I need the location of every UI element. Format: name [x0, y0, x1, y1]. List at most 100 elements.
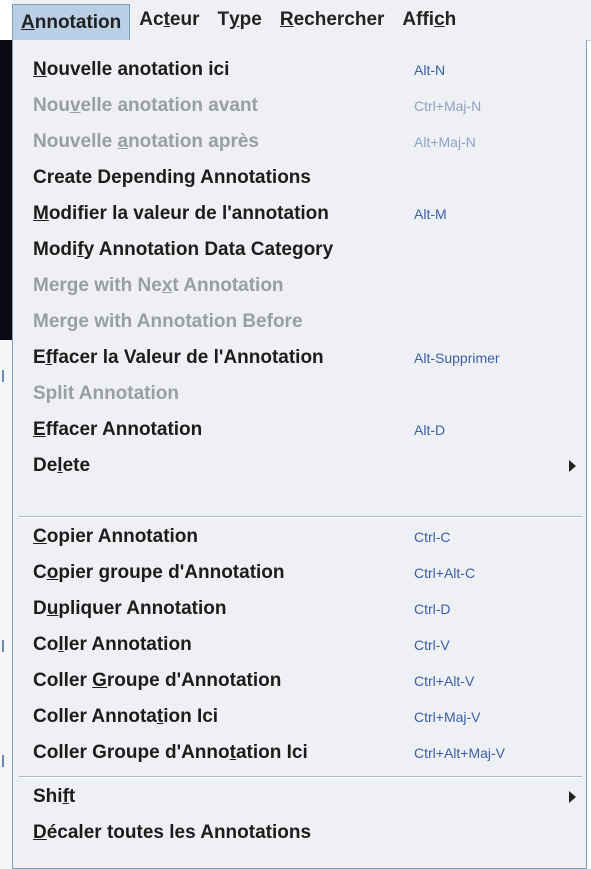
menu-item[interactable]: Modify Annotation Data Category [13, 232, 586, 268]
menu-item-label-part: ete [62, 455, 91, 476]
menu-item-shortcut: Alt-Supprimer [414, 350, 500, 366]
menu-item[interactable]: Coller Annotation Ici Ctrl+Maj-V [13, 699, 586, 735]
menu-item-label-part: Coller Annota [33, 706, 157, 727]
menu-item-mnemonic: o [46, 562, 59, 583]
menu-item-label-part: ler Annotation [63, 634, 192, 655]
menubar-label-part: pe [239, 9, 262, 30]
menu-item-shortcut: Ctrl+Alt+Maj-V [414, 745, 506, 761]
menubar-mnemonic: y [229, 9, 240, 30]
menu-item-shortcut: Ctrl-C [414, 529, 451, 545]
menu-item-label-part: Coller [33, 670, 93, 691]
menubar-label-part: Ac [139, 9, 164, 30]
menu-item-mnemonic: x [161, 275, 173, 296]
menu-item-label-part: écaler toutes les Annotations [46, 822, 312, 843]
menu-item-label: Merge with Next Annotation [33, 275, 284, 297]
menu-item-label: Shift [33, 786, 75, 808]
menu-item-shortcut: Ctrl+Maj-N [414, 98, 482, 114]
menu-item-mnemonic: C [33, 526, 47, 547]
menu-item-label-part: Modi [33, 239, 78, 260]
menubar-item-type[interactable]: Ty pe [208, 0, 270, 40]
menu-item[interactable]: Delete [13, 448, 586, 484]
menu-item-mnemonic: N [33, 59, 47, 80]
menu-item-label-part: Merge with Ne [33, 275, 162, 296]
menu-item[interactable]: Nouvelle anotation ici Alt-N [13, 52, 586, 88]
menu-item-label: Create Depending Annotations [33, 167, 311, 189]
menu-item[interactable]: Dupliquer Annotation Ctrl-D [13, 591, 586, 627]
menu-item[interactable]: Copier Annotation Ctrl-C [13, 519, 586, 555]
menu-item-mnemonic: a [117, 131, 129, 152]
menu-item-label: Coller Annotation Ici [33, 706, 218, 728]
menu-item-label-part: Nouvelle [33, 131, 118, 152]
menu-item[interactable]: Copier groupe d'Annotation Ctrl+Alt-C [13, 555, 586, 591]
annotation-dropdown-menu: Nouvelle anotation ici Alt-N Nouvelle anot… [12, 40, 587, 869]
menubar-mnemonic: c [434, 9, 445, 30]
menu-item-label-part: t Annotation [172, 275, 284, 296]
menu-item[interactable]: Effacer Annotation Alt-D [13, 412, 586, 448]
menu-item-mnemonic: G [92, 670, 107, 691]
menu-item-mnemonic: v [69, 95, 81, 116]
menu-item-mnemonic: D [33, 822, 47, 843]
menubar-item-acteur[interactable]: Ac t eur [130, 0, 208, 40]
menubar-item-affichage[interactable]: Affi c h [393, 0, 465, 40]
menu-item-label-part: opier Annotation [46, 526, 199, 547]
menu-item: Split Annotation [13, 376, 586, 412]
menu-item-label: Nouvelle anotation avant [33, 95, 258, 117]
menu-item-mnemonic: M [33, 203, 49, 224]
menu-item-mnemonic: u [46, 598, 59, 619]
menu-item-label-part: elle anotation avant [80, 95, 258, 116]
menu-item-label: Décaler toutes les Annotations [33, 822, 311, 844]
menu-item[interactable]: Create Depending Annotations [13, 160, 586, 196]
submenu-arrow-icon [569, 460, 576, 472]
menu-item: Merge with Annotation Before [13, 304, 586, 340]
menu-item[interactable]: Shift [13, 779, 586, 815]
menu-item-label-part: pier groupe d'Annotation [58, 562, 285, 583]
menu-item[interactable]: Coller Annotation Ctrl-V [13, 627, 586, 663]
menu-item-label-part: ion Ici [163, 706, 219, 727]
menu-item-label-part: Shi [33, 786, 63, 807]
menu-item-label: Copier Annotation [33, 526, 198, 548]
menu-item-label-part: Co [33, 634, 59, 655]
menu-item[interactable]: Décaler toutes les Annotations [13, 815, 586, 851]
menu-item-label-part: roupe d'Annotation [106, 670, 282, 691]
menubar-item-annotation[interactable]: Annotation [12, 4, 131, 40]
menu-item-label-part: C [33, 562, 47, 583]
menu-item-shortcut: Ctrl+Alt-C [414, 565, 476, 581]
menu-bar: Annotation Ac t eur Ty pe Rechercher Affi c h [12, 0, 591, 41]
menu-item-label: Split Annotation [33, 383, 179, 405]
menu-item-label-part: D [33, 598, 47, 619]
menu-item-label: Modifier la valeur de l'annotation [33, 203, 329, 225]
menu-item-label-part: facer la Valeur de l'Annotation [52, 347, 324, 368]
menubar-label-part: h [444, 9, 457, 30]
menu-item-shortcut: Alt-M [414, 206, 447, 222]
menu-item[interactable]: Modifier la valeur de l'annotation Alt-M [13, 196, 586, 232]
menu-item-label: Modify Annotation Data Category [33, 239, 333, 261]
menu-item[interactable]: Effacer la Valeur de l'Annotation Alt-Sup… [13, 340, 586, 376]
menu-separator [19, 776, 582, 778]
menu-item-label: Nouvelle anotation après [33, 131, 259, 153]
menubar-label-part: T [217, 9, 230, 30]
menu-item-label-part: Split Annotation [33, 383, 179, 404]
menubar-item-rechercher[interactable]: Rechercher [271, 0, 394, 40]
menu-item[interactable]: Coller Groupe d'Annotation Ici Ctrl+Alt+M… [13, 735, 586, 771]
menu-item-label: Nouvelle anotation ici [33, 59, 229, 81]
menu-item-label-part: odifier la valeur de l'annotation [48, 203, 329, 224]
menu-item-label: Dupliquer Annotation [33, 598, 227, 620]
menu-item-label-part: Merge with Annotation Before [33, 311, 303, 332]
menu-separator [19, 516, 582, 518]
menu-item-label: Effacer la Valeur de l'Annotation [33, 347, 324, 369]
menu-item-shortcut: Ctrl-V [414, 637, 450, 653]
menu-item: Merge with Next Annotation [13, 268, 586, 304]
background-window-dark-panel [0, 40, 12, 340]
menubar-label-part: Affi [402, 9, 435, 30]
menu-item-label: Coller Groupe d'Annotation Ici [33, 742, 308, 764]
menu-item-label: Merge with Annotation Before [33, 311, 303, 333]
menu-item-label-part: Create Depending Annotations [33, 167, 311, 188]
menu-item-mnemonic: E [33, 419, 46, 440]
menubar-label-part: eur [169, 9, 200, 30]
menu-item-label-part: t [68, 786, 76, 807]
menu-item[interactable]: Coller Groupe d'Annotation Ctrl+Alt-V [13, 663, 586, 699]
menu-item: Nouvelle anotation après Alt+Maj-N [13, 124, 586, 160]
menu-item-label-part: ffacer Annotation [45, 419, 203, 440]
menubar-label-part: nnotation [34, 11, 122, 33]
menubar-mnemonic: R [279, 9, 294, 30]
